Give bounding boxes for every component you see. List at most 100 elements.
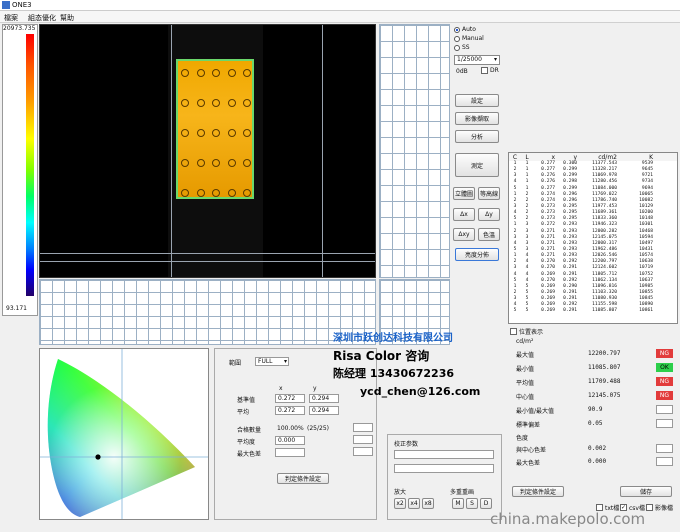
analyze-button[interactable]: 分析: [455, 130, 499, 143]
base-label: 基準值: [237, 397, 256, 404]
contour-button[interactable]: 等高線: [478, 187, 500, 200]
measurement-point: [181, 69, 189, 77]
avg-x-field[interactable]: 0.272: [275, 406, 305, 415]
range-select[interactable]: FULL ▾: [255, 357, 289, 366]
avg-y-field[interactable]: 0.294: [309, 406, 339, 415]
exposure-select[interactable]: 1/25000 ▾: [454, 55, 500, 65]
correction-panel: 校正参数 放大 多重重画 x2 x4 x8 M S D: [387, 434, 502, 520]
measurement-point: [243, 69, 251, 77]
redisplay-m-button[interactable]: M: [452, 498, 464, 509]
delta-x-button[interactable]: Δx: [453, 208, 475, 221]
status-badge: [656, 457, 673, 466]
delta-y-button[interactable]: Δy: [478, 208, 500, 221]
zoom-x4-button[interactable]: x4: [408, 498, 420, 509]
measurement-point: [212, 99, 220, 107]
stat-row: 最大值 12200.797 NG: [516, 349, 674, 359]
mode-ss[interactable]: SS: [454, 44, 470, 51]
image-guide-line: [40, 261, 375, 262]
pass-label: 合格數量: [237, 427, 262, 434]
dr-checkbox[interactable]: DR: [481, 67, 499, 74]
stat-row: 最小值/最大值 90.9: [516, 405, 674, 415]
overlay-email: ycd_chen@126.com: [360, 385, 481, 398]
status-badge: [656, 419, 673, 428]
menu-config[interactable]: 組态優化: [28, 13, 56, 23]
image-file-checkbox[interactable]: 影像檔: [646, 503, 673, 512]
measurement-point: [181, 159, 189, 167]
status-badge: NG: [656, 349, 673, 358]
menu-help[interactable]: 幫助: [60, 13, 74, 23]
column-luminance: cd/m2: [598, 153, 617, 161]
mode-manual[interactable]: Manual: [454, 35, 484, 42]
checkbox-icon: [646, 504, 653, 511]
measurement-point: [212, 159, 220, 167]
measurement-table[interactable]: C L x y cd/m2 K 1 1 0.277 0.300 11377.543 953…: [508, 152, 678, 324]
correction-field-1[interactable]: [394, 450, 494, 459]
column-x: x: [551, 153, 555, 161]
distribution-button[interactable]: 亮度分佈: [455, 248, 499, 261]
measured-panel: [176, 59, 254, 199]
delta-xy-button[interactable]: Δxy: [453, 228, 475, 241]
measurement-point: [181, 189, 189, 197]
judge-settings-button[interactable]: 判定條件設定: [512, 486, 564, 497]
status-badge: [656, 405, 673, 414]
zoom-x8-button[interactable]: x8: [422, 498, 434, 509]
save-button[interactable]: 儲存: [620, 486, 672, 497]
menu-file[interactable]: 檔案: [4, 13, 18, 23]
status-badge: [656, 444, 673, 453]
stats-unit: cd/m²: [516, 338, 534, 345]
pass-value: 100.00%: [277, 425, 304, 432]
cie-diagram-svg: [40, 349, 208, 519]
stat-value: 90.9: [588, 406, 603, 413]
mode-auto[interactable]: Auto: [454, 26, 476, 33]
measurement-point: [181, 129, 189, 137]
chevron-down-icon: ▾: [283, 358, 287, 365]
gain-label: 0dB: [456, 68, 468, 75]
table-row[interactable]: 5 5 0.269 0.291 11085.807 10861: [509, 308, 677, 314]
title-bar: ONE3: [0, 0, 680, 11]
radio-icon: [454, 35, 460, 42]
radio-icon: [454, 44, 460, 51]
stat-value: 11709.488: [588, 378, 621, 385]
table-header: C L x y cd/m2 K: [509, 153, 677, 161]
uniform-label: 平均度: [237, 439, 256, 446]
redisplay-d-button[interactable]: D: [480, 498, 492, 509]
measurement-point: [227, 189, 236, 197]
redisplay-s-button[interactable]: S: [466, 498, 478, 509]
stat-value: 12145.075: [588, 392, 621, 399]
base-x-field[interactable]: 0.272: [275, 394, 305, 403]
column-y-label: y: [313, 385, 317, 392]
color-max-diff-row: 最大色差 0.000: [516, 457, 674, 467]
maxdiff-label: 最大色差: [237, 451, 262, 458]
luminance-image[interactable]: [39, 24, 376, 278]
solid-view-button[interactable]: 立體圖: [453, 187, 475, 200]
position-display-checkbox[interactable]: 位置表示: [510, 327, 543, 336]
measurement-point: [196, 129, 205, 137]
measurement-point: [212, 69, 220, 77]
measurement-point: [243, 189, 251, 197]
correction-field-2[interactable]: [394, 464, 494, 473]
measurement-point: [196, 99, 205, 107]
table-cell: 11085.807: [592, 308, 617, 314]
maxdiff-field[interactable]: [275, 448, 305, 457]
uniform-field[interactable]: 0.000: [275, 436, 305, 445]
scale-max: 20973.735: [3, 25, 36, 32]
measurement-point: [227, 129, 236, 137]
form-judge-button[interactable]: 判定條件設定: [277, 473, 329, 484]
stat-label: 標準偏差: [516, 422, 541, 429]
stat-value: 12200.797: [588, 350, 621, 357]
radio-icon: [454, 26, 460, 33]
column-c: C: [512, 153, 518, 161]
base-y-field[interactable]: 0.294: [309, 394, 339, 403]
table-cell: 5: [513, 308, 517, 314]
color-temp-button[interactable]: 色溫: [478, 228, 500, 241]
zoom-x2-button[interactable]: x2: [394, 498, 406, 509]
capture-button[interactable]: 影像擷取: [455, 112, 499, 125]
cie-chromaticity-diagram[interactable]: [39, 348, 209, 520]
avg-label: 平均: [237, 409, 250, 416]
measure-button[interactable]: 測定: [455, 153, 499, 177]
measurement-point: [243, 99, 251, 107]
image-guide-line: [171, 25, 172, 277]
color-scale-gradient: [26, 34, 34, 296]
settings-button[interactable]: 設定: [455, 94, 499, 107]
chevron-down-icon: ▾: [493, 56, 497, 63]
